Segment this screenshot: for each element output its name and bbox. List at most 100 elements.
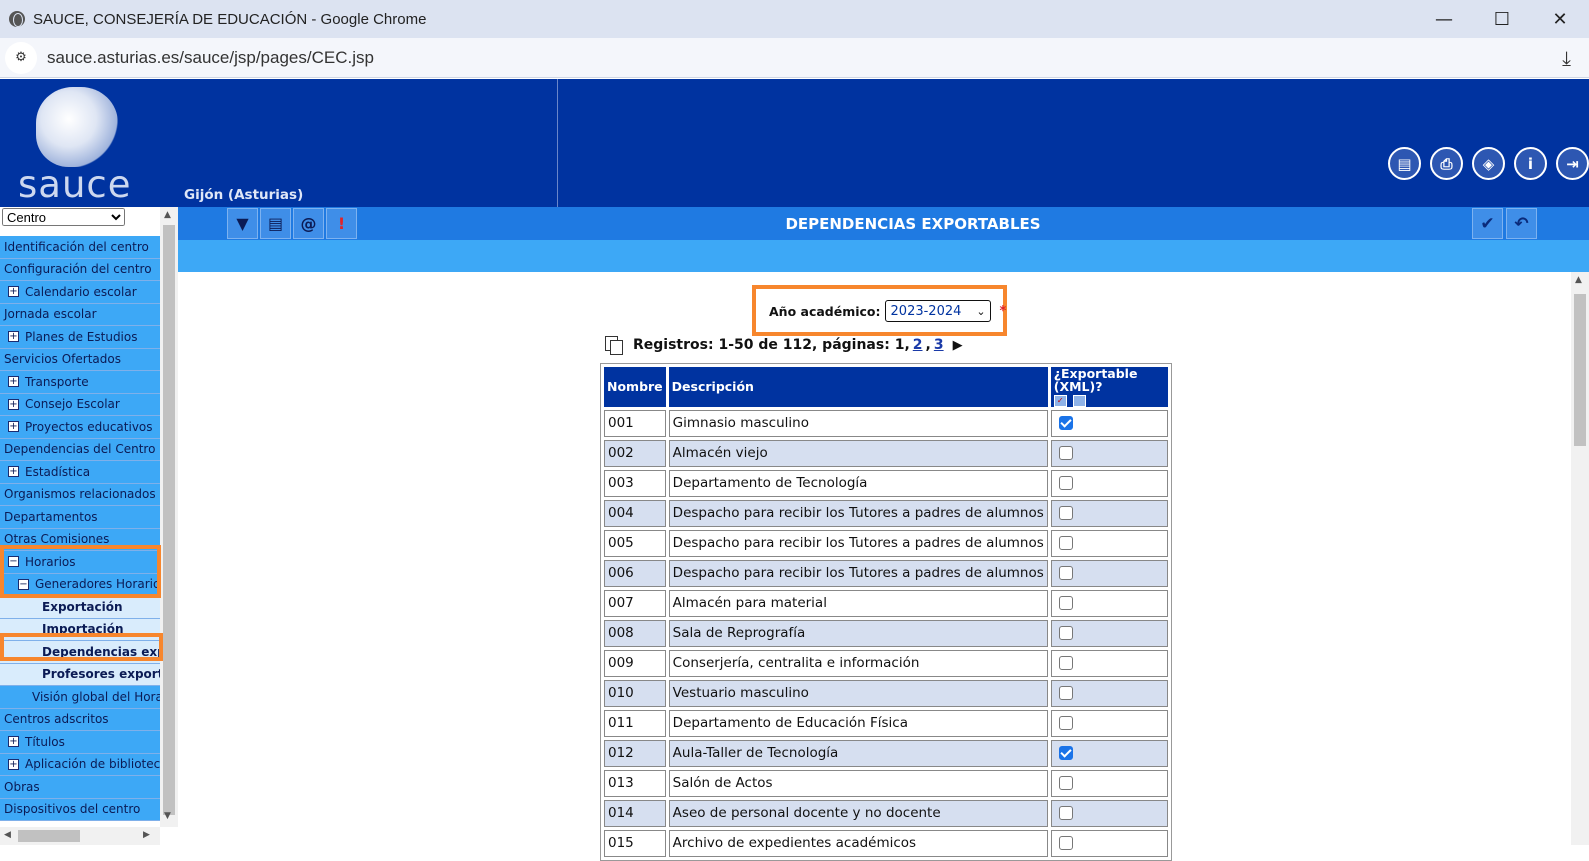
sidebar-item-label: Títulos: [25, 734, 65, 749]
print-icon[interactable]: ⎙: [1430, 147, 1463, 180]
exportable-checkbox[interactable]: [1058, 686, 1073, 700]
exportable-checkbox[interactable]: [1058, 446, 1073, 460]
sidebar-item[interactable]: + Calendario escolar: [0, 281, 160, 304]
logout-icon[interactable]: ⇥: [1556, 147, 1589, 180]
exportable-checkbox[interactable]: [1058, 506, 1073, 520]
sidebar-item-label: Exportación: [42, 599, 123, 614]
filter-icon[interactable]: ▼: [227, 208, 258, 239]
registros-range: 1-50 de 112, páginas:: [718, 337, 890, 353]
anio-label: Año académico:: [769, 303, 881, 319]
expand-icon[interactable]: +: [8, 466, 19, 478]
cell-exportable: [1050, 829, 1168, 857]
scrollbar-thumb[interactable]: [163, 225, 175, 815]
sidebar-item-label: Departamentos: [4, 509, 98, 524]
exportable-checkbox[interactable]: [1058, 746, 1073, 760]
sidebar-item-label: Identificación del centro: [4, 239, 149, 254]
url-text[interactable]: sauce.asturias.es/sauce/jsp/pages/CEC.js…: [47, 48, 374, 68]
alert-icon[interactable]: !: [326, 208, 357, 239]
expand-icon[interactable]: +: [8, 398, 19, 410]
expand-icon[interactable]: +: [8, 286, 19, 298]
site-settings-icon[interactable]: ⚙: [5, 41, 37, 74]
sidebar-item[interactable]: Organismos relacionados: [0, 483, 160, 506]
select-all-icon[interactable]: ✓: [1053, 394, 1067, 407]
exportable-checkbox[interactable]: [1058, 626, 1073, 640]
deselect-all-icon[interactable]: [1072, 394, 1086, 407]
expand-icon[interactable]: +: [8, 376, 19, 388]
scroll-up-icon[interactable]: ▲: [1575, 275, 1582, 285]
maximize-button[interactable]: ☐: [1473, 0, 1531, 38]
sidebar-item[interactable]: Visión global del Horario: [0, 686, 160, 709]
next-page-icon[interactable]: ▶: [953, 338, 963, 353]
sidebar-item[interactable]: Centros adscritos: [0, 708, 160, 731]
close-button[interactable]: ✕: [1531, 0, 1589, 38]
sidebar-item-label: Consejo Escolar: [25, 397, 120, 412]
app-header: sauce Gijón (Asturias) ▤ ⎙ ◈ i ⇥: [0, 79, 1589, 207]
cell-descripcion: Departamento de Educación Física: [668, 709, 1048, 737]
main-vertical-scrollbar[interactable]: ▲: [1571, 272, 1589, 845]
expand-icon[interactable]: +: [8, 758, 19, 770]
exportable-checkbox[interactable]: [1058, 716, 1073, 730]
expand-icon[interactable]: +: [8, 421, 19, 433]
table-row: 006 Despacho para recibir los Tutores a p…: [604, 559, 1168, 587]
export-txt-csv-icon[interactable]: ▤: [260, 208, 291, 239]
sidebar-module-select[interactable]: Centro: [2, 208, 125, 226]
scroll-up-icon[interactable]: ▲: [164, 210, 171, 220]
scroll-right-icon[interactable]: ▶: [143, 830, 150, 840]
accept-icon[interactable]: ✔: [1472, 208, 1503, 239]
sidebar-item-label: Dependencias del Centro: [4, 442, 156, 457]
info-icon[interactable]: i: [1514, 147, 1547, 180]
scrollbar-thumb[interactable]: [1574, 294, 1586, 446]
sidebar-item[interactable]: Exportación: [0, 596, 160, 619]
sidebar-item-label: Proyectos educativos: [25, 419, 153, 434]
exportable-checkbox[interactable]: [1058, 806, 1073, 820]
document-icon[interactable]: ▤: [1388, 147, 1421, 180]
cell-descripcion: Almacén viejo: [668, 439, 1048, 467]
sidebar-item[interactable]: Profesores exportables: [0, 663, 160, 686]
minimize-button[interactable]: —: [1415, 0, 1473, 38]
cell-exportable: [1050, 739, 1168, 767]
sidebar-item[interactable]: Jornada escolar: [0, 303, 160, 326]
exportable-checkbox[interactable]: [1058, 776, 1073, 790]
sidebar-item[interactable]: + Estadística: [0, 461, 160, 484]
exportable-checkbox[interactable]: [1058, 836, 1073, 850]
sidebar-item[interactable]: + Consejo Escolar: [0, 393, 160, 416]
sidebar-item[interactable]: Identificación del centro: [0, 236, 160, 259]
exportable-checkbox[interactable]: [1058, 416, 1073, 430]
page-link-3[interactable]: 3: [934, 337, 944, 353]
expand-icon[interactable]: +: [8, 736, 19, 748]
anio-select[interactable]: 2023-2024 ⌄: [884, 300, 991, 322]
sidebar-item[interactable]: + Proyectos educativos: [0, 416, 160, 439]
download-icon[interactable]: ⤓: [1562, 46, 1571, 70]
scrollbar-thumb[interactable]: [18, 830, 80, 842]
email-icon[interactable]: @: [293, 208, 324, 239]
col-header-descripcion[interactable]: Descripción: [668, 367, 1048, 407]
col-header-exportable: ¿Exportable (XML)? ✓: [1050, 367, 1168, 407]
page-title: DEPENDENCIAS EXPORTABLES: [785, 214, 1041, 233]
sidebar-item[interactable]: Obras: [0, 776, 160, 799]
col-header-nombre[interactable]: Nombre: [604, 367, 666, 407]
sidebar-item[interactable]: Departamentos: [0, 506, 160, 529]
pagination: Registros: 1-50 de 112, páginas: 1, 2, 3…: [605, 336, 963, 355]
scroll-left-icon[interactable]: ◀: [4, 830, 11, 840]
sidebar-vertical-scrollbar[interactable]: ▲ ▼: [160, 207, 178, 827]
sidebar-horizontal-scrollbar[interactable]: ◀ ▶: [0, 827, 160, 845]
exportable-checkbox[interactable]: [1058, 596, 1073, 610]
sidebar-item[interactable]: Dependencias del Centro: [0, 438, 160, 461]
expand-icon[interactable]: +: [8, 331, 19, 343]
exportable-checkbox[interactable]: [1058, 656, 1073, 670]
sauce-tree-logo-icon: [36, 87, 118, 167]
scroll-down-icon[interactable]: ▼: [164, 811, 171, 821]
undo-icon[interactable]: ↶: [1506, 208, 1537, 239]
sidebar-item[interactable]: + Transporte: [0, 371, 160, 394]
exportable-checkbox[interactable]: [1058, 476, 1073, 490]
exportable-checkbox[interactable]: [1058, 536, 1073, 550]
sidebar-item[interactable]: Servicios Ofertados: [0, 348, 160, 371]
sidebar-item[interactable]: + Aplicación de biblioteca: [0, 753, 160, 776]
sidebar-item[interactable]: + Títulos: [0, 731, 160, 754]
page-link-2[interactable]: 2: [913, 337, 923, 353]
sidebar-item[interactable]: + Planes de Estudios: [0, 326, 160, 349]
navigate-icon[interactable]: ◈: [1472, 147, 1505, 180]
exportable-checkbox[interactable]: [1058, 566, 1073, 580]
sidebar-item[interactable]: Configuración del centro: [0, 258, 160, 281]
sidebar-item[interactable]: Dispositivos del centro: [0, 798, 160, 821]
